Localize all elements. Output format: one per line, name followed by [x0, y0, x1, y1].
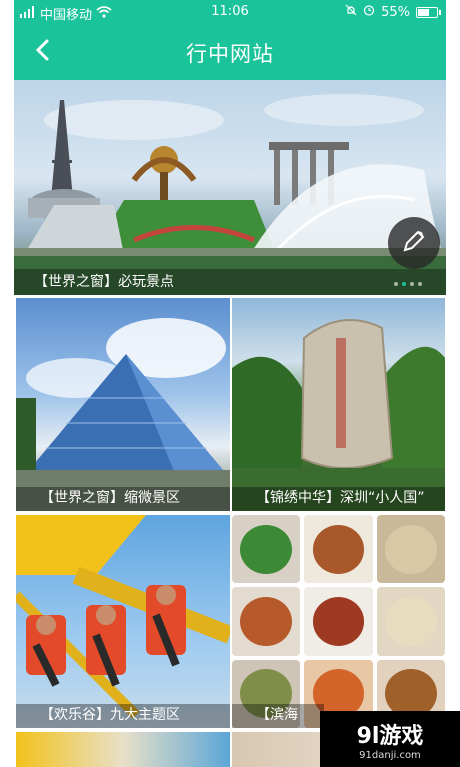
- mute-bell-icon: [345, 4, 357, 20]
- hero-caption: 【世界之窗】必玩景点: [14, 269, 446, 295]
- battery-icon: [416, 6, 441, 18]
- carousel-dot[interactable]: [394, 282, 398, 286]
- card-caption: 【滨海: [232, 704, 324, 728]
- hero-illustration: [14, 94, 446, 295]
- card-partial-left[interactable]: [16, 732, 230, 767]
- carousel-dot[interactable]: [402, 282, 406, 286]
- pencil-icon: [401, 228, 427, 258]
- dish-image: [304, 515, 373, 584]
- alarm-icon: [363, 4, 375, 20]
- watermark-url: 91danji.com: [359, 749, 421, 761]
- dish-image: [232, 587, 301, 656]
- app-screen: 中国移动 11:06 55% 行中网站 【世界之窗】必玩景点 【世界之窗】缩微景…: [0, 0, 460, 767]
- status-right: 55%: [345, 4, 441, 20]
- carousel-dot[interactable]: [410, 282, 414, 286]
- app-header: 行中网站: [14, 24, 446, 80]
- carousel-dots: [394, 282, 422, 286]
- card-caption: 【世界之窗】缩微景区: [16, 487, 230, 511]
- card-window-of-world[interactable]: 【世界之窗】缩微景区: [16, 298, 230, 511]
- stone-illustration: [232, 319, 445, 511]
- watermark-logo: 9l游戏 91danji.com: [320, 711, 460, 767]
- card-caption: 【欢乐谷】九大主题区: [16, 704, 230, 728]
- card-happy-valley[interactable]: 【欢乐谷】九大主题区: [16, 515, 230, 728]
- card-splendid-china[interactable]: 【锦绣中华】深圳“小人国”: [232, 298, 445, 511]
- card-food-collage[interactable]: 【滨海: [232, 515, 445, 728]
- pyramid-illustration: [16, 318, 230, 511]
- dish-image: [376, 515, 445, 584]
- dish-image: [376, 587, 445, 656]
- page-title: 行中网站: [186, 42, 274, 66]
- card-caption: 【锦绣中华】深圳“小人国”: [232, 487, 445, 511]
- dish-image: [232, 515, 301, 584]
- dish-image: [304, 587, 373, 656]
- ride-illustration: [16, 515, 230, 719]
- food-grid: [232, 515, 445, 728]
- status-bar: 中国移动 11:06 55%: [14, 0, 446, 24]
- hero-banner[interactable]: 【世界之窗】必玩景点: [14, 80, 446, 295]
- carousel-dot[interactable]: [418, 282, 422, 286]
- edit-button[interactable]: [388, 217, 440, 269]
- battery-percent: 55%: [381, 4, 410, 20]
- watermark-brand: 9l游戏: [356, 723, 424, 749]
